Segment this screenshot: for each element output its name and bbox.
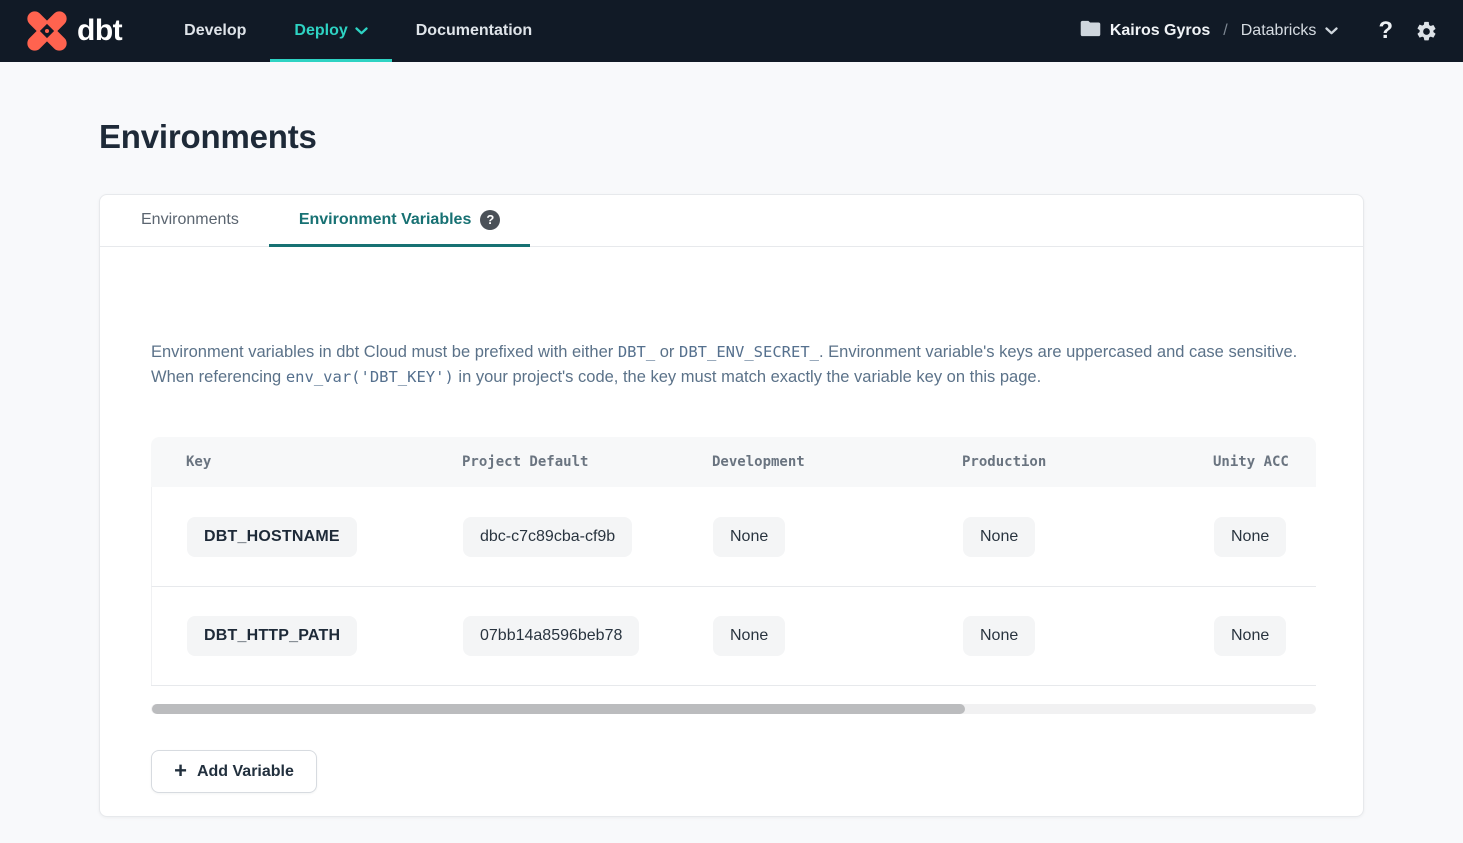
top-navbar: dbt Develop Deploy Documentation Kairos [0, 0, 1463, 62]
description-part: in your project's code, the key must mat… [454, 368, 1041, 386]
page: dbt Develop Deploy Documentation Kairos [0, 0, 1463, 843]
project-switcher[interactable]: Kairos Gyros / Databricks [1080, 20, 1339, 42]
table-row: DBT_HTTP_PATH 07bb14a8596beb78 None None… [151, 586, 1316, 685]
code-snippet: DBT_ [618, 343, 655, 361]
variable-key[interactable]: DBT_HTTP_PATH [187, 616, 357, 656]
column-header-key: Key [151, 437, 427, 487]
nav-item-develop[interactable]: Develop [160, 0, 270, 62]
plus-icon: + [174, 760, 187, 782]
description-text: Environment variables in dbt Cloud must … [151, 340, 1321, 390]
code-snippet: env_var('DBT_KEY') [286, 368, 454, 386]
tab-help-icon[interactable]: ? [480, 210, 500, 230]
table-row: DBT_HOSTNAME dbc-c7c89cba-cf9b None None… [151, 487, 1316, 586]
column-header-development: Development [677, 437, 927, 487]
variable-key[interactable]: DBT_HOSTNAME [187, 517, 357, 557]
column-header-production: Production [927, 437, 1178, 487]
project-name: Databricks [1241, 22, 1317, 40]
nav-item-label: Deploy [294, 22, 347, 40]
tab-panel-environment-variables: Environment variables in dbt Cloud must … [100, 247, 1363, 793]
chevron-down-icon [355, 22, 368, 40]
nav-item-label: Documentation [416, 22, 532, 40]
nav-item-deploy[interactable]: Deploy [270, 0, 391, 62]
folder-icon [1080, 20, 1101, 42]
horizontal-scrollbar[interactable] [151, 704, 1316, 714]
variable-development-value[interactable]: None [713, 517, 785, 557]
horizontal-scrollbar-thumb[interactable] [152, 704, 965, 714]
page-title: Environments [99, 118, 1364, 156]
project-account: Kairos Gyros [1110, 22, 1210, 40]
tab-bar: Environments Environment Variables ? [100, 195, 1363, 247]
dbt-wordmark: dbt [77, 16, 122, 46]
description-part: Environment variables in dbt Cloud must … [151, 343, 618, 361]
tab-environment-variables[interactable]: Environment Variables ? [269, 195, 531, 247]
variable-production-value[interactable]: None [963, 517, 1035, 557]
add-variable-button[interactable]: + Add Variable [151, 750, 317, 793]
nav-right: Kairos Gyros / Databricks ? [1080, 0, 1438, 62]
project-separator: / [1223, 22, 1227, 40]
tab-environments[interactable]: Environments [111, 195, 269, 247]
description-part: or [655, 343, 679, 361]
dbt-logo-icon [25, 9, 69, 53]
column-header-unity-acc: Unity ACC [1178, 437, 1316, 487]
variables-table: Key Project Default Development Producti… [151, 437, 1316, 686]
add-variable-label: Add Variable [197, 763, 294, 781]
variable-unity-acc-value[interactable]: None [1214, 517, 1286, 557]
help-icon[interactable]: ? [1378, 17, 1393, 45]
variable-unity-acc-value[interactable]: None [1214, 616, 1286, 656]
variable-development-value[interactable]: None [713, 616, 785, 656]
column-header-project-default: Project Default [427, 437, 677, 487]
tab-label: Environment Variables [299, 211, 472, 229]
table-header-row: Key Project Default Development Producti… [151, 437, 1316, 487]
code-snippet: DBT_ENV_SECRET_ [679, 343, 819, 361]
main-content: Environments Environments Environment Va… [0, 62, 1463, 817]
variable-project-default[interactable]: dbc-c7c89cba-cf9b [463, 517, 632, 557]
environments-card: Environments Environment Variables ? Env… [99, 194, 1364, 817]
variable-production-value[interactable]: None [963, 616, 1035, 656]
nav-item-documentation[interactable]: Documentation [392, 0, 556, 62]
nav-items: Develop Deploy Documentation [160, 0, 556, 62]
dbt-logo[interactable]: dbt [25, 0, 122, 62]
variable-project-default[interactable]: 07bb14a8596beb78 [463, 616, 639, 656]
gear-icon[interactable] [1415, 20, 1438, 43]
chevron-down-icon [1325, 22, 1338, 40]
nav-item-label: Develop [184, 22, 246, 40]
tab-label: Environments [141, 211, 239, 229]
